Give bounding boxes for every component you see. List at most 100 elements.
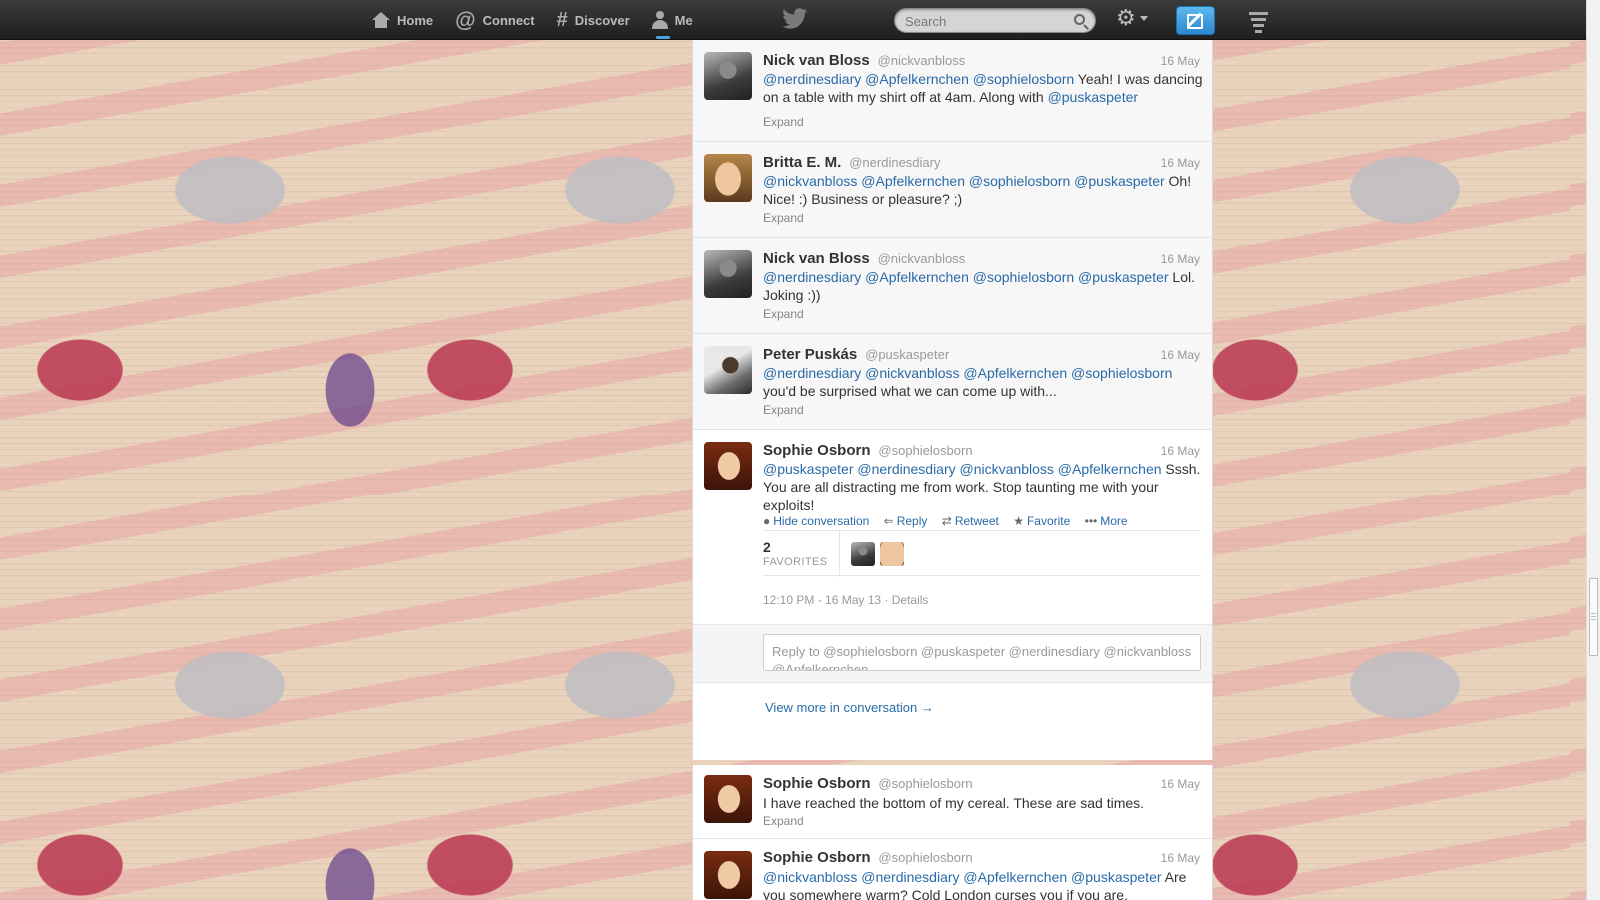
tweet-item[interactable]: Sophie Osborn @sophielosborn 16 May @nic…: [693, 839, 1212, 900]
tweet-header: Nick van Bloss @nickvanbloss 16 May: [763, 52, 1200, 70]
search-box: [894, 8, 1096, 33]
mention-link[interactable]: @puskaspeter: [1074, 173, 1164, 189]
mention-link[interactable]: @Apfelkernchen: [865, 71, 969, 87]
tweet-item[interactable]: Britta E. M. @nerdinesdiary 16 May @nick…: [693, 142, 1212, 238]
expand-link[interactable]: Expand: [763, 115, 804, 129]
tweet-text: @puskaspeter @nerdinesdiary @nickvanblos…: [763, 460, 1203, 514]
mention-link[interactable]: @nerdinesdiary: [861, 869, 959, 885]
mention-link[interactable]: @nerdinesdiary: [763, 71, 861, 87]
search-icon[interactable]: [1074, 14, 1085, 25]
expand-link[interactable]: Expand: [763, 814, 804, 828]
scrollbar-thumb[interactable]: [1589, 578, 1598, 656]
compose-tweet-button[interactable]: [1176, 6, 1215, 35]
expand-link[interactable]: Expand: [763, 307, 804, 321]
nav-me[interactable]: Me: [651, 0, 693, 40]
tweet-author-name[interactable]: Britta E. M.: [763, 154, 841, 171]
tweet-actions: ● Hide conversation ⇐ Reply ⇄ Retweet ★ Favo…: [763, 514, 1139, 528]
tweet-author-name[interactable]: Sophie Osborn: [763, 849, 871, 866]
avatar[interactable]: [704, 52, 752, 100]
favorite-button[interactable]: ★ Favorite: [1013, 514, 1070, 528]
tweet-author-name[interactable]: Nick van Bloss: [763, 250, 870, 267]
settings-menu[interactable]: ⚙: [1116, 7, 1148, 29]
favoriter-avatar[interactable]: [851, 542, 875, 566]
tweet-date[interactable]: 16 May: [1161, 777, 1200, 791]
tweet-author-handle[interactable]: @sophielosborn: [878, 776, 972, 791]
favorites-count[interactable]: 2: [763, 539, 771, 555]
mention-link[interactable]: @nerdinesdiary: [763, 365, 861, 381]
mention-link[interactable]: @nerdinesdiary: [857, 461, 955, 477]
mention-link[interactable]: @nickvanbloss: [960, 461, 1054, 477]
tweet-item[interactable]: Nick van Bloss @nickvanbloss 16 May @ner…: [693, 238, 1212, 334]
nav-discover[interactable]: # Discover: [557, 0, 630, 40]
mention-link[interactable]: @nickvanbloss: [763, 173, 857, 189]
more-button[interactable]: ••• More: [1085, 514, 1128, 528]
tweet-date[interactable]: 16 May: [1161, 54, 1200, 68]
retweet-label: Retweet: [954, 514, 999, 528]
nav-connect[interactable]: @ Connect: [455, 0, 534, 40]
tweet-author-handle[interactable]: @puskaspeter: [865, 347, 949, 362]
mention-link[interactable]: @nerdinesdiary: [763, 269, 861, 285]
mention-link[interactable]: @sophielosborn: [969, 173, 1070, 189]
expand-link[interactable]: Expand: [763, 211, 804, 225]
nav-home-label: Home: [397, 12, 434, 28]
search-input[interactable]: [905, 12, 1065, 30]
tweet-item[interactable]: Peter Puskás @puskaspeter 16 May @nerdin…: [693, 334, 1212, 430]
details-link[interactable]: Details: [892, 593, 929, 607]
tweet-item[interactable]: Nick van Bloss @nickvanbloss 16 May @ner…: [693, 40, 1212, 142]
mention-link[interactable]: @nickvanbloss: [763, 869, 857, 885]
mention-link[interactable]: @Apfelkernchen: [861, 173, 965, 189]
tweet-date[interactable]: 16 May: [1161, 156, 1200, 170]
timestamp-link[interactable]: 12:10 PM - 16 May 13: [763, 593, 881, 607]
mention-link[interactable]: @Apfelkernchen: [865, 269, 969, 285]
tweet-date[interactable]: 16 May: [1161, 252, 1200, 266]
tweet-item[interactable]: Sophie Osborn @sophielosborn 16 May I ha…: [693, 765, 1212, 839]
favoriter-avatar[interactable]: [880, 542, 904, 566]
tweet-author-name[interactable]: Nick van Bloss: [763, 52, 870, 69]
tweet-header: Britta E. M. @nerdinesdiary 16 May: [763, 154, 1200, 172]
tweet-body: I have reached the bottom of my cereal. …: [763, 795, 1145, 811]
nav-home[interactable]: Home: [372, 0, 433, 40]
ellipsis-icon: •••: [1084, 514, 1098, 528]
mention-link[interactable]: @sophielosborn: [973, 269, 1074, 285]
avatar[interactable]: [704, 250, 752, 298]
mention-link[interactable]: @puskaspeter: [1078, 269, 1168, 285]
avatar[interactable]: [704, 442, 752, 490]
mention-link[interactable]: @Apfelkernchen: [963, 869, 1067, 885]
tweet-author-handle[interactable]: @nickvanbloss: [878, 53, 966, 68]
tweet-author-handle[interactable]: @sophielosborn: [878, 850, 972, 865]
mention-link[interactable]: @sophielosborn: [973, 71, 1074, 87]
tweet-author-name[interactable]: Peter Puskás: [763, 346, 857, 363]
tweet-author-handle[interactable]: @nickvanbloss: [878, 251, 966, 266]
tweet-text: @nickvanbloss @Apfelkernchen @sophielosb…: [763, 172, 1203, 208]
avatar[interactable]: [704, 346, 752, 394]
favorites-label: FAVORITES: [763, 556, 828, 568]
mention-link[interactable]: @puskaspeter: [1048, 89, 1138, 105]
page-scrollbar[interactable]: [1586, 0, 1600, 900]
view-more-in-conversation-link[interactable]: View more in conversation →: [765, 700, 934, 715]
avatar[interactable]: [704, 154, 752, 202]
reply-button[interactable]: ⇐ Reply: [884, 514, 928, 528]
avatar[interactable]: [704, 851, 752, 899]
tweet-author-name[interactable]: Sophie Osborn: [763, 442, 871, 459]
mention-link[interactable]: @nickvanbloss: [865, 365, 959, 381]
tweet-date[interactable]: 16 May: [1161, 851, 1200, 865]
retweet-button[interactable]: ⇄ Retweet: [942, 514, 999, 528]
house-icon: [372, 12, 390, 28]
mention-link[interactable]: @Apfelkernchen: [963, 365, 1067, 381]
mention-link[interactable]: @puskaspeter: [1071, 869, 1161, 885]
mention-link[interactable]: @Apfelkernchen: [1058, 461, 1162, 477]
mention-link[interactable]: @puskaspeter: [763, 461, 853, 477]
mention-link[interactable]: @sophielosborn: [1071, 365, 1172, 381]
tweet-date[interactable]: 16 May: [1161, 444, 1200, 458]
hamburger-icon[interactable]: [1249, 12, 1268, 33]
reply-label: Reply: [896, 514, 928, 528]
tweet-date[interactable]: 16 May: [1161, 348, 1200, 362]
expand-link[interactable]: Expand: [763, 403, 804, 417]
tweet-author-handle[interactable]: @sophielosborn: [878, 443, 972, 458]
avatar[interactable]: [704, 775, 752, 823]
hide-conversation-button[interactable]: ● Hide conversation: [763, 514, 869, 528]
reply-input[interactable]: Reply to @sophielosborn @puskaspeter @ne…: [763, 634, 1201, 671]
twitter-bird-icon[interactable]: [782, 8, 808, 30]
tweet-author-handle[interactable]: @nerdinesdiary: [849, 155, 940, 170]
tweet-author-name[interactable]: Sophie Osborn: [763, 775, 871, 792]
